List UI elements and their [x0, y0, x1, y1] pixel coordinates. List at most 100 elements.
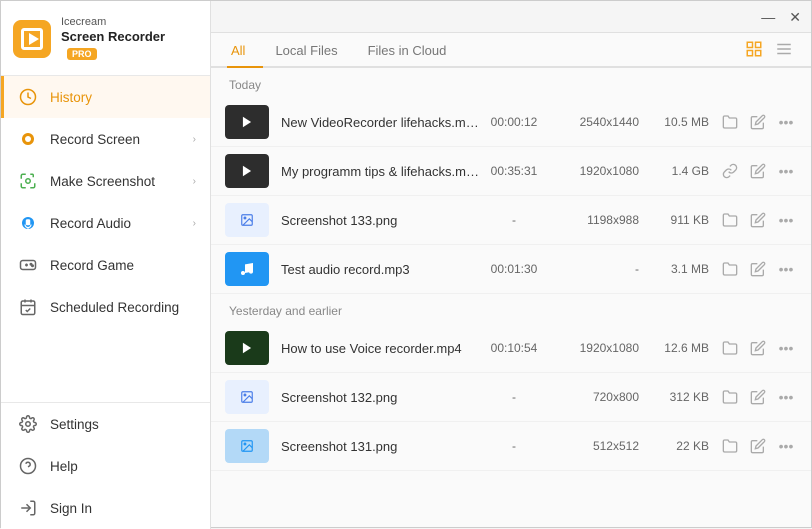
file-thumbnail: [225, 429, 269, 463]
more-icon[interactable]: •••: [775, 209, 797, 231]
file-size: 312 KB: [639, 390, 709, 404]
sidebar: Icecream Screen Recorder PRO History Rec…: [1, 1, 211, 529]
file-resolution: 2540x1440: [549, 115, 639, 129]
file-thumbnail: [225, 105, 269, 139]
table-row[interactable]: Screenshot 133.png - 1198x988 911 KB •••: [211, 196, 811, 245]
table-row[interactable]: Test audio record.mp3 00:01:30 - 3.1 MB …: [211, 245, 811, 294]
sidebar-label-screenshot: Make Screenshot: [50, 174, 193, 189]
list-view-button[interactable]: [773, 38, 795, 60]
chevron-right-icon: ›: [193, 134, 196, 145]
sidebar-label-settings: Settings: [50, 417, 196, 432]
section-today: Today: [211, 68, 811, 98]
table-row[interactable]: How to use Voice recorder.mp4 00:10:54 1…: [211, 324, 811, 373]
file-duration: 00:01:30: [479, 262, 549, 276]
file-resolution: 1198x988: [549, 213, 639, 227]
edit-icon[interactable]: [747, 337, 769, 359]
folder-icon[interactable]: [719, 435, 741, 457]
file-actions: •••: [719, 386, 797, 408]
app-title: Icecream Screen Recorder PRO: [61, 15, 198, 63]
sidebar-bottom: Settings Help Sign In: [1, 402, 210, 529]
tab-files-in-cloud[interactable]: Files in Cloud: [364, 33, 465, 68]
file-size: 911 KB: [639, 213, 709, 227]
chevron-right-icon2: ›: [193, 176, 196, 187]
edit-icon[interactable]: [747, 160, 769, 182]
app-title-line2: Screen Recorder PRO: [61, 29, 198, 63]
file-size: 10.5 MB: [639, 115, 709, 129]
file-list: Today New VideoRecorder lifehacks.mp4 00…: [211, 68, 811, 527]
history-icon: [18, 87, 38, 107]
more-icon[interactable]: •••: [775, 337, 797, 359]
sidebar-label-audio: Record Audio: [50, 216, 193, 231]
table-row[interactable]: My programm tips & lifehacks.mp4 00:35:3…: [211, 147, 811, 196]
sidebar-label-record-screen: Record Screen: [50, 132, 193, 147]
file-actions: •••: [719, 337, 797, 359]
edit-icon[interactable]: [747, 386, 769, 408]
sidebar-label-sign-in: Sign In: [50, 501, 196, 516]
edit-icon[interactable]: [747, 111, 769, 133]
sidebar-item-record-screen[interactable]: Record Screen ›: [1, 118, 210, 160]
audio-icon: [18, 213, 38, 233]
sidebar-item-scheduled-recording[interactable]: Scheduled Recording: [1, 286, 210, 328]
more-icon[interactable]: •••: [775, 435, 797, 457]
file-thumbnail: [225, 331, 269, 365]
file-actions: •••: [719, 111, 797, 133]
close-button[interactable]: ✕: [789, 10, 801, 24]
file-size: 1.4 GB: [639, 164, 709, 178]
more-icon[interactable]: •••: [775, 160, 797, 182]
pro-badge: PRO: [67, 48, 97, 60]
file-actions: •••: [719, 258, 797, 280]
file-actions: •••: [719, 435, 797, 457]
file-resolution: 512x512: [549, 439, 639, 453]
file-name: Screenshot 132.png: [281, 390, 479, 405]
link-icon[interactable]: [719, 160, 741, 182]
edit-icon[interactable]: [747, 209, 769, 231]
folder-icon[interactable]: [719, 209, 741, 231]
sign-in-icon: [18, 498, 38, 518]
more-icon[interactable]: •••: [775, 258, 797, 280]
sidebar-item-help[interactable]: Help: [1, 445, 210, 487]
game-icon: [18, 255, 38, 275]
more-icon[interactable]: •••: [775, 386, 797, 408]
folder-icon[interactable]: [719, 337, 741, 359]
sidebar-item-make-screenshot[interactable]: Make Screenshot ›: [1, 160, 210, 202]
sidebar-item-settings[interactable]: Settings: [1, 403, 210, 445]
file-resolution: -: [549, 262, 639, 276]
tabs-bar: All Local Files Files in Cloud: [211, 33, 811, 68]
file-name: Screenshot 131.png: [281, 439, 479, 454]
sidebar-item-sign-in[interactable]: Sign In: [1, 487, 210, 529]
minimize-button[interactable]: —: [761, 10, 775, 24]
section-yesterday: Yesterday and earlier: [211, 294, 811, 324]
folder-icon[interactable]: [719, 258, 741, 280]
table-row[interactable]: Screenshot 132.png - 720x800 312 KB •••: [211, 373, 811, 422]
edit-icon[interactable]: [747, 435, 769, 457]
sidebar-item-history[interactable]: History: [1, 76, 210, 118]
file-actions: •••: [719, 160, 797, 182]
table-row[interactable]: Screenshot 131.png - 512x512 22 KB •••: [211, 422, 811, 471]
sidebar-item-record-game[interactable]: Record Game: [1, 244, 210, 286]
folder-icon[interactable]: [719, 111, 741, 133]
file-duration: 00:00:12: [479, 115, 549, 129]
file-name: Test audio record.mp3: [281, 262, 479, 277]
file-thumbnail: [225, 380, 269, 414]
tab-all[interactable]: All: [227, 33, 263, 68]
file-resolution: 720x800: [549, 390, 639, 404]
file-thumbnail: [225, 154, 269, 188]
more-icon[interactable]: •••: [775, 111, 797, 133]
titlebar: — ✕: [211, 1, 811, 33]
scheduled-icon: [18, 297, 38, 317]
folder-icon[interactable]: [719, 386, 741, 408]
edit-icon[interactable]: [747, 258, 769, 280]
sidebar-label-help: Help: [50, 459, 196, 474]
tab-local-files[interactable]: Local Files: [271, 33, 355, 68]
table-row[interactable]: New VideoRecorder lifehacks.mp4 00:00:12…: [211, 98, 811, 147]
sidebar-item-record-audio[interactable]: Record Audio ›: [1, 202, 210, 244]
file-name: My programm tips & lifehacks.mp4: [281, 164, 479, 179]
main-content: — ✕ All Local Files Files in Cloud: [211, 1, 811, 527]
record-screen-icon: [18, 129, 38, 149]
grid-view-button[interactable]: [743, 38, 765, 60]
app-logo: [13, 20, 51, 58]
view-controls: [743, 38, 795, 66]
file-resolution: 1920x1080: [549, 164, 639, 178]
file-size: 3.1 MB: [639, 262, 709, 276]
file-size: 22 KB: [639, 439, 709, 453]
